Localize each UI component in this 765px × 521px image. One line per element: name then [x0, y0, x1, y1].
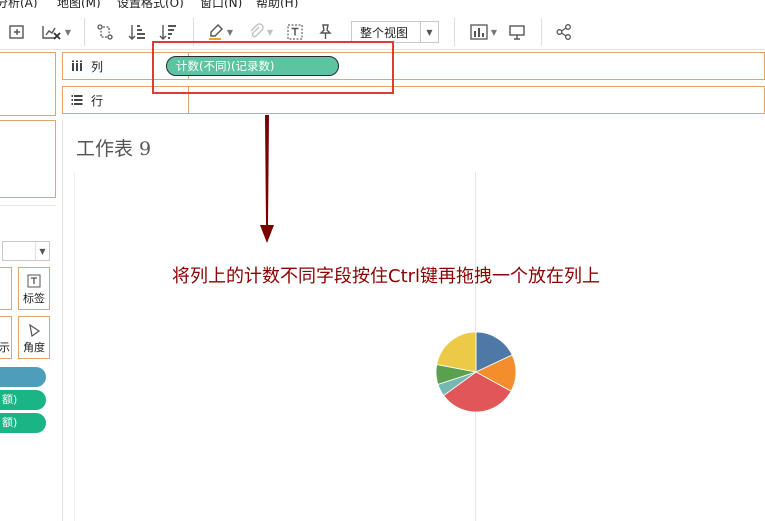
- data-source-icon[interactable]: [6, 22, 28, 42]
- color-card[interactable]: [0, 267, 12, 310]
- angle-icon: [27, 323, 41, 340]
- label-icon: [27, 274, 41, 291]
- chevron-down-icon: ▼: [420, 22, 438, 42]
- pin-icon[interactable]: [314, 22, 336, 42]
- menu-bar: 分析(A) 地图(M) 设置格式(O) 窗口(N) 帮助(H): [0, 0, 765, 10]
- group-icon[interactable]: ▼: [243, 22, 277, 42]
- marks-pill-color[interactable]: [0, 367, 46, 387]
- angle-card[interactable]: 角度: [18, 316, 50, 359]
- sort-desc-icon[interactable]: [157, 22, 179, 42]
- sort-asc-icon[interactable]: [126, 22, 148, 42]
- fit-view-value: 整个视图: [360, 25, 409, 40]
- clear-sheet-icon[interactable]: ▼: [38, 22, 74, 42]
- swap-icon[interactable]: [94, 22, 116, 42]
- presentation-icon[interactable]: [506, 22, 528, 42]
- highlight-icon[interactable]: ▼: [203, 22, 237, 42]
- marks-pill-amount[interactable]: 额): [0, 413, 46, 433]
- share-icon[interactable]: [553, 22, 575, 42]
- columns-icon: [71, 60, 83, 72]
- sheet-title[interactable]: 工作表 9: [76, 134, 151, 161]
- rows-icon: [71, 94, 83, 106]
- mark-type-select[interactable]: ▼: [2, 241, 50, 261]
- annotation-text: 将列上的计数不同字段按住Ctrl键再拖拽一个放在列上: [172, 266, 601, 287]
- marks-pill-amount[interactable]: 额): [0, 390, 46, 410]
- pie-chart[interactable]: [435, 331, 517, 413]
- down-arrow: [260, 115, 274, 243]
- fit-view-select[interactable]: 整个视图 ▼: [351, 21, 439, 43]
- pages-shelf[interactable]: [0, 52, 56, 116]
- chevron-down-icon: ▼: [35, 242, 49, 260]
- pie-slice[interactable]: [436, 331, 477, 373]
- highlight-box: [152, 41, 394, 94]
- show-me-icon[interactable]: ▼: [466, 22, 500, 42]
- filters-shelf[interactable]: [0, 120, 56, 198]
- label-card[interactable]: 标签: [18, 267, 50, 310]
- label-icon[interactable]: [284, 22, 306, 42]
- detail-card[interactable]: 示: [0, 316, 12, 359]
